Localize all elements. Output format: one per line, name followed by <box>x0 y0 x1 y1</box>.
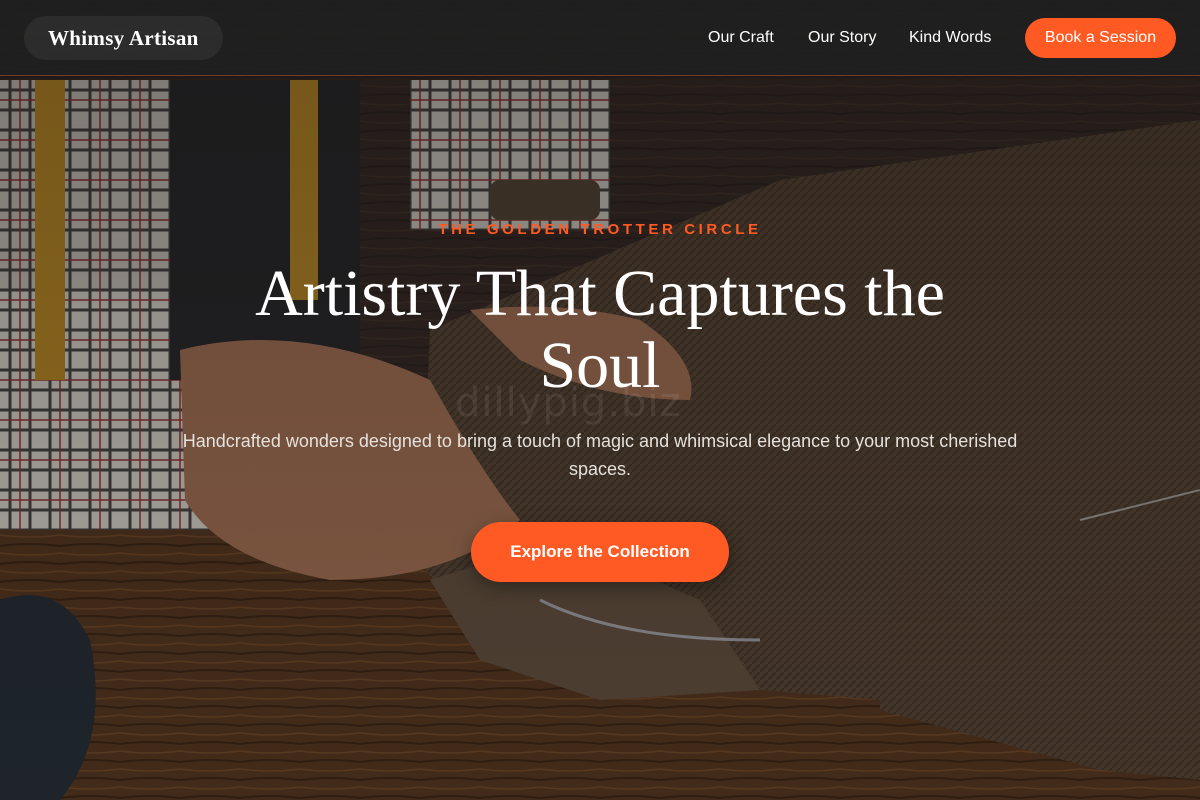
hero-headline: Artistry That Captures the Soul <box>255 257 945 402</box>
hero-subtext: Handcrafted wonders designed to bring a … <box>182 431 1018 479</box>
book-session-button[interactable]: Book a Session <box>1025 18 1176 58</box>
nav-link-our-story[interactable]: Our Story <box>808 28 876 48</box>
nav-link-our-craft[interactable]: Our Craft <box>708 28 774 48</box>
main-nav: Our Craft Our Story Kind Words <box>0 0 1200 76</box>
nav-link-kind-words[interactable]: Kind Words <box>909 28 991 48</box>
hero-eyebrow: THE GOLDEN TROTTER CIRCLE <box>438 221 762 238</box>
explore-collection-button[interactable]: Explore the Collection <box>471 522 729 582</box>
navbar: Whimsy Artisan Our Craft Our Story Kind … <box>0 0 1200 76</box>
